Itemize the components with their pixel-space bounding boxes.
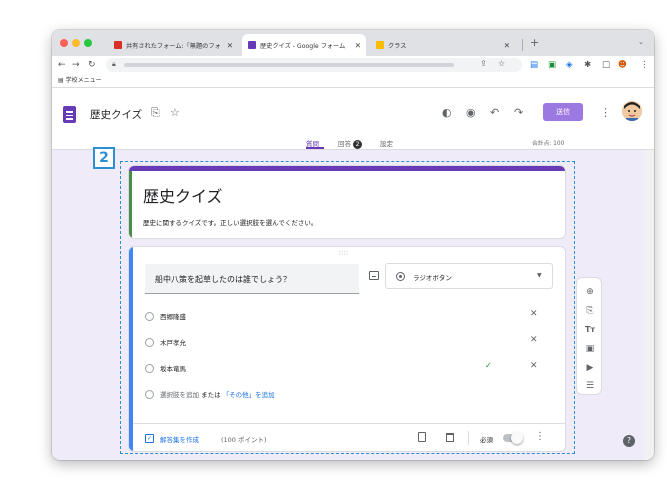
forms-logo-icon[interactable] <box>63 106 76 123</box>
add-question-icon[interactable]: ⊕ <box>583 286 597 298</box>
annotation-highlight-box <box>120 161 575 454</box>
scrollbar[interactable] <box>644 150 654 460</box>
gmail-icon <box>114 41 122 49</box>
side-panel-icon[interactable]: □ <box>602 59 610 71</box>
active-tab-indicator <box>306 147 324 149</box>
add-image-icon[interactable]: ▣ <box>583 343 597 355</box>
tab-settings[interactable]: 設定 <box>380 138 393 148</box>
browser-tab-classroom[interactable]: クラス ✕ <box>370 34 520 56</box>
import-questions-icon[interactable]: ⎘ <box>583 305 597 317</box>
preview-eye-icon[interactable]: ◉ <box>466 106 476 120</box>
close-tab-icon[interactable]: ✕ <box>227 41 233 50</box>
annotation-step-label: 2 <box>93 147 115 169</box>
bookmark-star-icon[interactable]: ☆ <box>498 59 505 68</box>
extension-icon[interactable]: ▤ <box>530 59 538 71</box>
avatar[interactable] <box>622 101 642 121</box>
add-title-icon[interactable]: Tт <box>583 324 597 336</box>
more-options-icon[interactable]: ⋮ <box>600 106 611 120</box>
total-points: 合計点: 100 <box>532 141 565 147</box>
tab-strip: 共有されたフォーム:「無題のフォ ✕ 歴史クイズ - Google フォーム ✕… <box>52 30 654 56</box>
help-icon[interactable]: ? <box>623 435 635 447</box>
tab-responses[interactable]: 回答 2 <box>338 138 362 149</box>
document-title[interactable]: 歴史クイズ <box>90 107 142 122</box>
bookmarks-bar: ▤ 学校メニュー <box>52 74 654 88</box>
lock-icon: 🔒︎ <box>112 60 116 68</box>
close-tab-icon[interactable]: ✕ <box>355 41 361 50</box>
browser-tab-forms[interactable]: 歴史クイズ - Google フォーム ✕ <box>242 34 366 56</box>
add-section-icon[interactable]: ☰ <box>583 380 597 392</box>
browser-tab-shared-form[interactable]: 共有されたフォーム:「無題のフォ ✕ <box>108 34 238 56</box>
back-icon[interactable]: ← <box>58 58 66 72</box>
browser-toolbar: ← → ↻ 🔒︎ ⇪ ☆ ▤ ▣ ◈ ✱ □ ☻ ⋮ <box>52 56 654 74</box>
url-text-blurred <box>124 63 454 67</box>
floating-toolbar: ⊕ ⎘ Tт ▣ ▶ ☰ <box>576 277 602 395</box>
folder-icon: ▤ <box>58 77 64 84</box>
browser-menu-icon[interactable]: ⋮ <box>640 59 649 71</box>
forward-icon[interactable]: → <box>72 58 80 72</box>
forms-favicon-icon <box>248 41 256 49</box>
close-window-button[interactable] <box>60 39 68 47</box>
tab-search-icon[interactable]: ⌄ <box>638 38 644 46</box>
extension-icon[interactable]: ◈ <box>566 59 573 71</box>
send-button[interactable]: 送信 <box>543 103 583 121</box>
close-tab-icon[interactable]: ✕ <box>504 41 510 50</box>
new-tab-icon[interactable]: + <box>530 36 539 49</box>
share-icon[interactable]: ⇪ <box>480 59 487 68</box>
star-icon[interactable]: ☆ <box>170 106 180 120</box>
move-to-folder-icon[interactable]: ⎘ <box>151 106 160 120</box>
bookmark-folder[interactable]: 学校メニュー <box>66 77 102 84</box>
classroom-icon <box>376 41 384 49</box>
responses-count-badge: 2 <box>353 140 362 149</box>
undo-icon[interactable]: ↶ <box>490 106 499 120</box>
redo-icon[interactable]: ↷ <box>514 106 523 120</box>
extension-icon[interactable]: ▣ <box>548 59 556 71</box>
minimize-window-button[interactable] <box>72 39 80 47</box>
forms-header: 歴史クイズ ⎘ ☆ ◐ ◉ ↶ ↷ 送信 ⋮ 質問 回答 2 設定 合計点: 10… <box>52 88 654 150</box>
palette-icon[interactable]: ◐ <box>442 106 452 120</box>
tab-separator <box>522 39 523 51</box>
extensions-puzzle-icon[interactable]: ✱ <box>584 59 591 71</box>
profile-icon[interactable]: ☻ <box>618 59 627 71</box>
reload-icon[interactable]: ↻ <box>88 58 96 72</box>
add-video-icon[interactable]: ▶ <box>583 362 597 374</box>
maximize-window-button[interactable] <box>84 39 92 47</box>
address-bar[interactable]: 🔒︎ ⇪ ☆ <box>106 58 522 72</box>
